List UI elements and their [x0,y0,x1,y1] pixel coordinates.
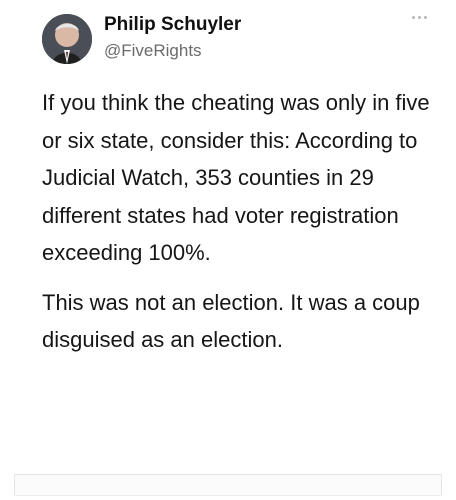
tweet-paragraph-1: If you think the cheating was only in fi… [42,90,430,265]
profile-photo-icon [42,14,92,64]
bottom-panel [14,474,442,496]
tweet-header: Philip Schuyler @FiveRights [42,8,442,64]
author-name[interactable]: Philip Schuyler [104,14,241,36]
tweet-card: Philip Schuyler @FiveRights If you think… [0,0,456,500]
tweet-paragraph-2: This was not an election. It was a coup … [42,289,420,353]
more-options-icon[interactable] [412,12,432,22]
author-handle[interactable]: @FiveRights [104,41,202,61]
avatar[interactable] [42,14,92,64]
tweet-body: If you think the cheating was only in fi… [42,84,447,359]
